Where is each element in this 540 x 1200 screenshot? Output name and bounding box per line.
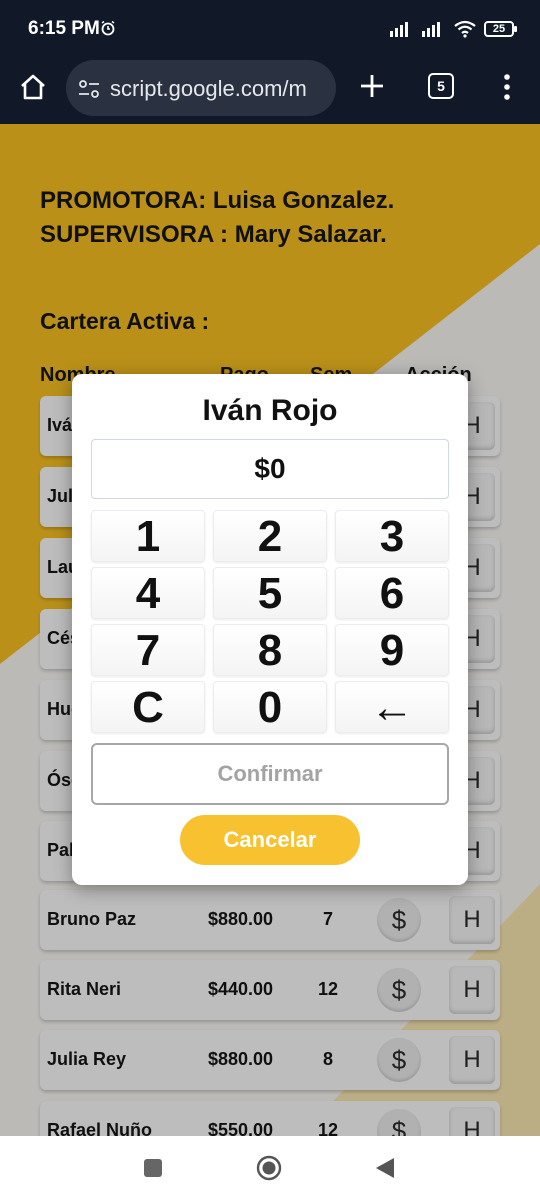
new-tab-icon[interactable] bbox=[358, 72, 386, 100]
more-options-icon[interactable] bbox=[500, 72, 514, 102]
home-icon[interactable] bbox=[18, 72, 48, 102]
recents-button[interactable] bbox=[144, 1159, 162, 1177]
keypad: 1 2 3 4 5 6 7 8 9 C 0 ← bbox=[91, 510, 449, 736]
keypad-key[interactable]: 0 bbox=[213, 681, 327, 733]
keypad-key[interactable]: 2 bbox=[213, 510, 327, 562]
status-icons: 25 bbox=[390, 18, 517, 40]
nav-home-icon[interactable] bbox=[256, 1155, 282, 1181]
site-settings-icon[interactable] bbox=[78, 79, 100, 99]
back-icon[interactable] bbox=[374, 1156, 396, 1180]
status-time: 6:15 PM bbox=[28, 18, 100, 39]
keypad-key[interactable]: 5 bbox=[213, 567, 327, 619]
url-bar[interactable]: script.google.com/m bbox=[66, 60, 336, 116]
modal-title: Iván Rojo bbox=[202, 394, 338, 427]
keypad-key[interactable]: 7 bbox=[91, 624, 205, 676]
signal-icon bbox=[390, 22, 408, 37]
keypad-key[interactable]: 8 bbox=[213, 624, 327, 676]
tab-switcher-button[interactable]: 5 bbox=[428, 73, 454, 99]
confirm-button[interactable]: Confirmar bbox=[91, 743, 449, 805]
status-bar: 6:15 PM 25 bbox=[0, 0, 540, 56]
keypad-key[interactable]: ← bbox=[335, 681, 449, 733]
wifi-icon bbox=[454, 20, 476, 38]
web-page: PROMOTORA: Luisa Gonzalez. SUPERVISORA :… bbox=[0, 124, 540, 1136]
system-nav-bar bbox=[0, 1136, 540, 1200]
payment-modal: Iván Rojo $0 1 2 3 4 5 6 7 8 9 C 0 ← Confirmar Canc… bbox=[72, 374, 468, 885]
battery-icon: 25 bbox=[484, 21, 517, 37]
keypad-key[interactable]: 3 bbox=[335, 510, 449, 562]
alarm-icon bbox=[101, 20, 115, 36]
browser-toolbar: script.google.com/m 5 bbox=[0, 56, 540, 124]
amount-display: $0 bbox=[91, 439, 449, 499]
keypad-key[interactable]: 6 bbox=[335, 567, 449, 619]
cancel-button[interactable]: Cancelar bbox=[180, 815, 360, 865]
keypad-key[interactable]: 4 bbox=[91, 567, 205, 619]
url-text: script.google.com/m bbox=[110, 76, 307, 101]
keypad-key[interactable]: C bbox=[91, 681, 205, 733]
signal-icon-2 bbox=[422, 22, 440, 37]
keypad-key[interactable]: 1 bbox=[91, 510, 205, 562]
keypad-key[interactable]: 9 bbox=[335, 624, 449, 676]
